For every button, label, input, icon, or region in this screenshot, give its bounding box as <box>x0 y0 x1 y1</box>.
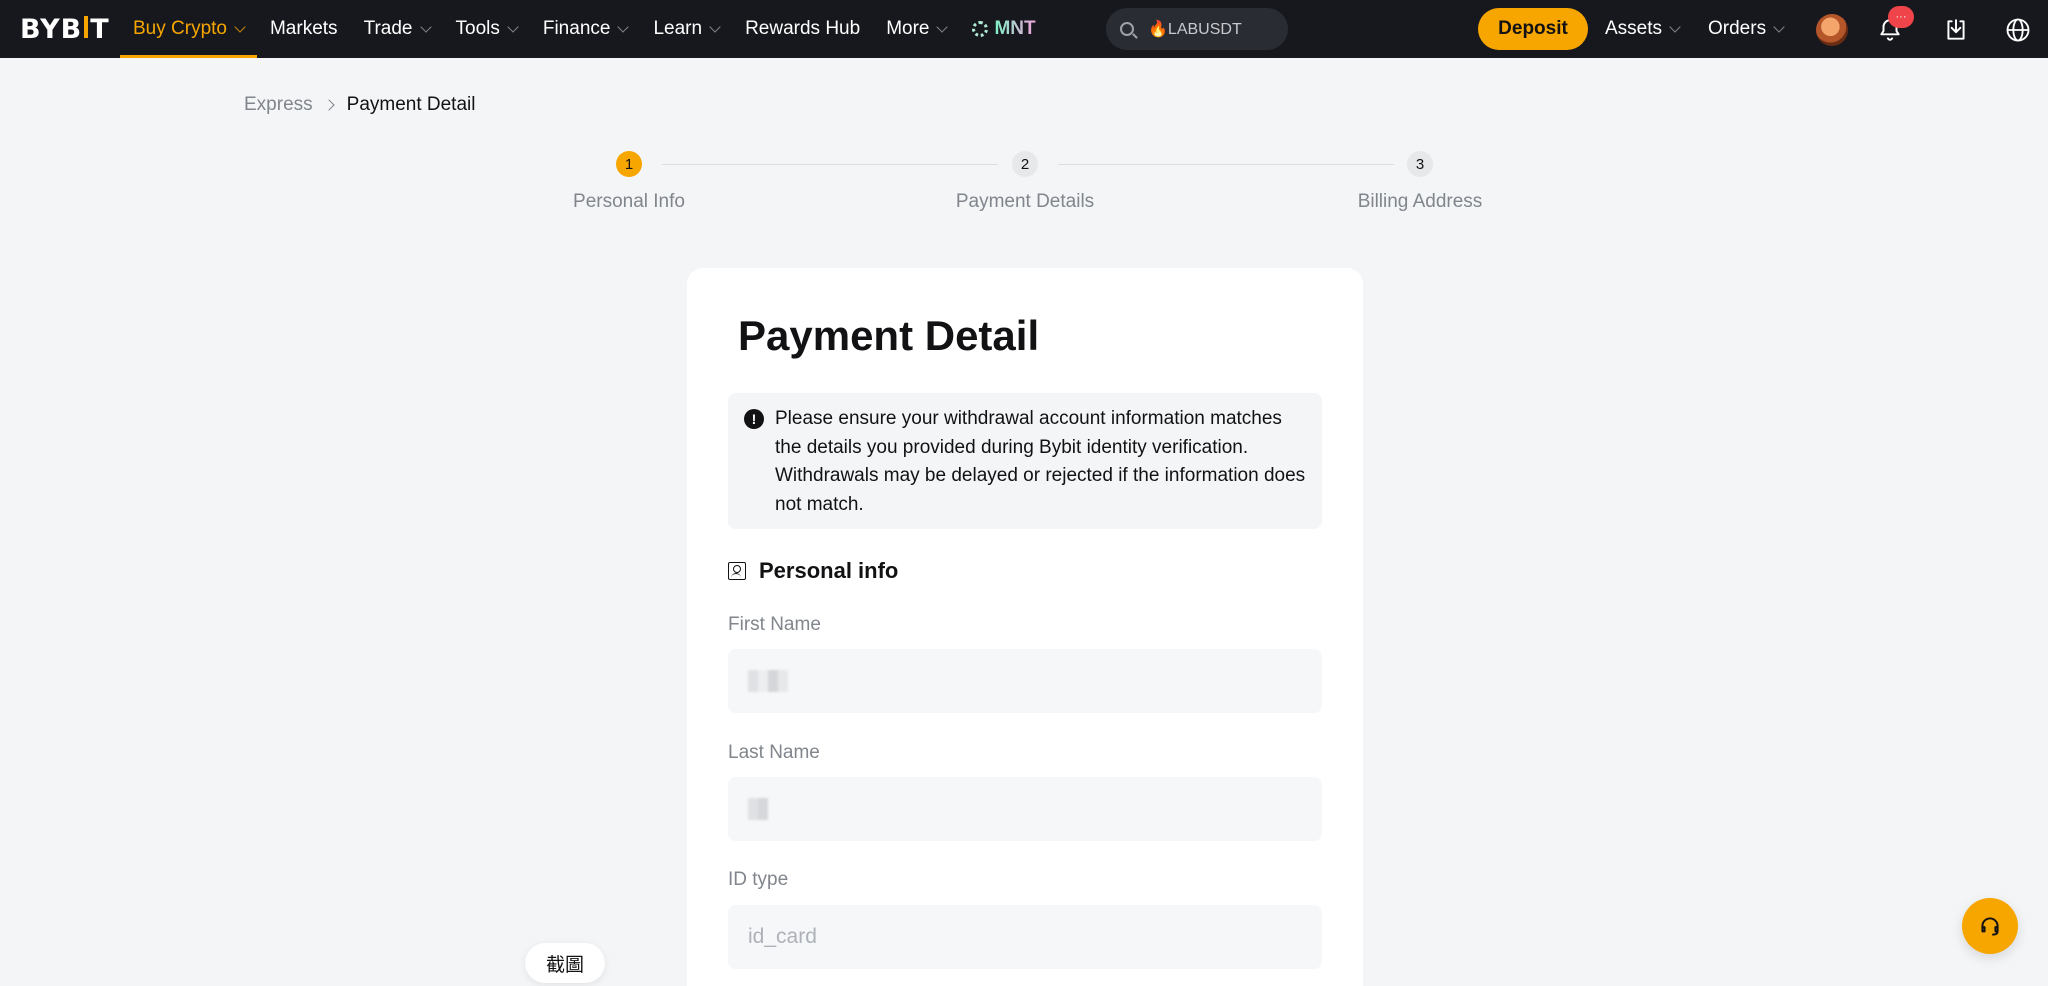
nav-markets[interactable]: Markets <box>257 0 351 58</box>
first-name-label: First Name <box>728 614 821 635</box>
step-number: 1 <box>616 151 642 177</box>
id-card-icon <box>728 562 746 580</box>
search-value: 🔥LABUSDT <box>1148 21 1242 38</box>
section-title: Personal info <box>759 558 899 583</box>
redacted-value <box>748 798 768 820</box>
avatar[interactable] <box>1816 14 1848 46</box>
chevron-down-icon <box>1773 20 1785 33</box>
chevron-right-icon <box>322 99 335 111</box>
main-nav-menu: Buy Crypto Markets Trade Tools Finance L… <box>120 0 1049 58</box>
redacted-value <box>748 670 788 692</box>
download-icon <box>1947 19 1965 40</box>
breadcrumb-current: Payment Detail <box>346 94 476 115</box>
nav-buy-crypto[interactable]: Buy Crypto <box>120 0 257 58</box>
section-personal-info: Personal info <box>728 558 898 584</box>
last-name-label: Last Name <box>728 742 820 763</box>
nav-label: Rewards Hub <box>745 18 861 39</box>
search-input[interactable]: 🔥LABUSDT <box>1106 8 1288 50</box>
step-billing-address: 3 Billing Address <box>1320 151 1520 213</box>
bybit-logo[interactable]: BYB T <box>20 13 110 45</box>
mnt-label: MNT <box>994 18 1036 39</box>
logo-text-left: BYB <box>20 13 83 45</box>
notification-badge: ··· <box>1888 6 1914 28</box>
mnt-token-icon <box>972 21 989 37</box>
first-name-field[interactable] <box>728 649 1322 713</box>
id-type-value: id_card <box>748 925 817 948</box>
step-number: 3 <box>1407 151 1433 177</box>
deposit-button[interactable]: Deposit <box>1478 8 1588 50</box>
nav-label: Trade <box>363 18 413 39</box>
nav-label: Buy Crypto <box>133 18 227 39</box>
breadcrumb: Express Payment Detail <box>244 94 475 116</box>
step-number: 2 <box>1012 151 1038 177</box>
top-navigation-bar: BYB T Buy Crypto Markets Trade Tools Fina… <box>0 0 2048 58</box>
screenshot-button[interactable]: 截圖 <box>525 943 605 983</box>
nav-label: More <box>886 18 930 39</box>
breadcrumb-express-link[interactable]: Express <box>244 94 313 116</box>
nav-tools[interactable]: Tools <box>443 0 530 58</box>
assets-label: Assets <box>1605 18 1663 39</box>
nav-label: Learn <box>653 18 703 39</box>
notice-text: Please ensure your withdrawal account in… <box>775 408 1306 515</box>
search-icon <box>1120 22 1134 36</box>
chevron-down-icon <box>419 20 432 33</box>
verification-notice: ! Please ensure your withdrawal account … <box>728 393 1322 529</box>
page-title: Payment Detail <box>738 312 1040 359</box>
globe-icon <box>2006 18 2030 42</box>
id-type-label: ID type <box>728 869 789 890</box>
nav-label: Tools <box>455 18 500 39</box>
nav-more[interactable]: More <box>873 0 959 58</box>
id-type-field[interactable]: id_card <box>728 905 1322 969</box>
nav-assets[interactable]: Assets <box>1605 0 1681 58</box>
customer-support-button[interactable] <box>1962 898 2018 954</box>
nav-orders[interactable]: Orders <box>1708 0 1785 58</box>
logo-text-right: T <box>90 13 110 45</box>
step-label: Personal Info <box>573 191 685 212</box>
chevron-down-icon <box>709 20 721 33</box>
chevron-down-icon <box>234 20 246 33</box>
step-label: Payment Details <box>955 191 1095 212</box>
last-name-field[interactable] <box>728 777 1322 841</box>
chevron-down-icon <box>617 20 630 33</box>
nav-trade[interactable]: Trade <box>351 0 443 58</box>
step-payment-details: 2 Payment Details <box>925 151 1125 213</box>
nav-label: Markets <box>269 18 338 39</box>
step-personal-info: 1 Personal Info <box>529 151 729 213</box>
orders-label: Orders <box>1708 18 1767 39</box>
nav-mnt[interactable]: MNT <box>959 0 1048 58</box>
nav-finance[interactable]: Finance <box>530 0 641 58</box>
nav-learn[interactable]: Learn <box>640 0 732 58</box>
chevron-down-icon <box>936 20 949 33</box>
payment-detail-card: Payment Detail ! Please ensure your with… <box>687 268 1363 986</box>
nav-label: Finance <box>542 18 611 39</box>
language-button[interactable] <box>2002 14 2034 46</box>
chevron-down-icon <box>507 20 519 33</box>
download-button[interactable] <box>1940 14 1972 46</box>
nav-rewards-hub[interactable]: Rewards Hub <box>732 0 873 58</box>
chevron-down-icon <box>1669 20 1681 33</box>
logo-accent-bar <box>84 16 89 38</box>
step-label: Billing Address <box>1357 191 1483 212</box>
headset-icon <box>1981 917 1999 936</box>
alert-icon: ! <box>744 409 764 429</box>
